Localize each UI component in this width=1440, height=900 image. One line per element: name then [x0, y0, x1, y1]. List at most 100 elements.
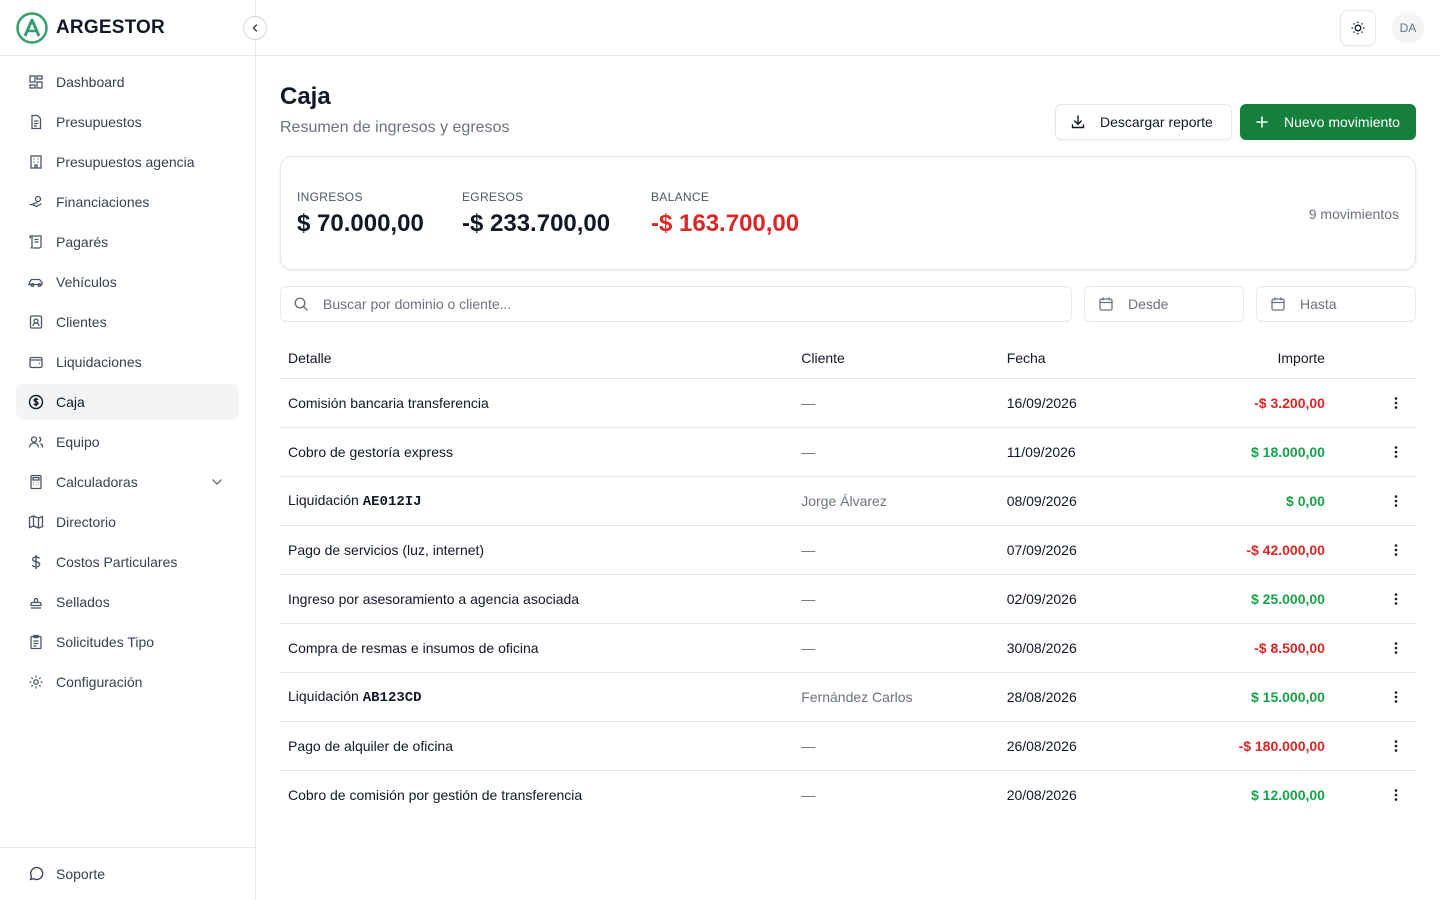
- sidebar-item-presupuestos-agencia[interactable]: Presupuestos agencia: [16, 144, 239, 180]
- detalle-text: Compra de resmas e insumos de oficina: [288, 639, 539, 656]
- header-importe[interactable]: Importe: [1148, 338, 1333, 379]
- cell-detalle: Ingreso por asesoramiento a agencia asoc…: [280, 574, 794, 624]
- row-actions-button[interactable]: [1384, 538, 1408, 562]
- sidebar-item-label: Configuración: [56, 674, 143, 690]
- sidebar-item-solicitudes-tipo[interactable]: Solicitudes Tipo: [16, 624, 239, 660]
- cell-fecha: 20/08/2026: [1006, 786, 1077, 803]
- sidebar-item-soporte[interactable]: Soporte: [0, 847, 255, 900]
- row-actions-button[interactable]: [1384, 734, 1408, 758]
- table-row[interactable]: Liquidación AB123CD Fernández Carlos 28/08…: [280, 672, 1416, 722]
- sidebar-item-label: Caja: [56, 394, 85, 410]
- theme-toggle-button[interactable]: [1340, 10, 1376, 46]
- sidebar-item-vehiculos[interactable]: Vehículos: [16, 264, 239, 300]
- row-actions-button[interactable]: [1384, 685, 1408, 709]
- cell-fecha: 02/09/2026: [998, 574, 1149, 624]
- cell-importe: $ 18.000,00: [1148, 427, 1333, 477]
- cell-importe: $ 25.000,00: [1148, 574, 1333, 624]
- sidebar-item-costos-particulares[interactable]: Costos Particulares: [16, 544, 239, 580]
- download-report-button[interactable]: Descargar reporte: [1055, 104, 1232, 140]
- sidebar-item-calculadoras[interactable]: Calculadoras: [16, 464, 239, 500]
- page-title: Caja: [280, 83, 331, 110]
- vehicle-domain: AB123CD: [362, 689, 422, 706]
- cell-importe: $ 12.000,00: [1251, 786, 1325, 803]
- cell-actions: [1332, 427, 1416, 477]
- header-detalle[interactable]: Detalle: [280, 338, 794, 379]
- sidebar-item-directorio[interactable]: Directorio: [16, 504, 239, 540]
- sidebar-item-label: Solicitudes Tipo: [56, 634, 155, 650]
- sidebar-item-presupuestos[interactable]: Presupuestos: [16, 104, 239, 140]
- more-vertical-icon: [1394, 494, 1398, 507]
- contact-icon: [28, 314, 44, 330]
- sidebar-item-liquidaciones[interactable]: Liquidaciones: [16, 344, 239, 380]
- table-row[interactable]: Cobro de comisión por gestión de transfe…: [280, 770, 1416, 819]
- detalle-text: Liquidación: [288, 687, 363, 704]
- users-icon: [28, 434, 44, 450]
- stat-balance: BALANCE -$ 163.700,00: [651, 190, 799, 238]
- date-from-placeholder: Desde: [1128, 296, 1169, 312]
- new-movement-button[interactable]: Nuevo movimiento: [1240, 104, 1416, 140]
- cell-cliente: Fernández Carlos: [793, 672, 999, 722]
- table-row[interactable]: Compra de resmas e insumos de oficina —30…: [280, 623, 1416, 673]
- cell-fecha: 08/09/2026: [998, 476, 1149, 526]
- topbar: DA: [256, 0, 1440, 56]
- calendar-icon: [1098, 296, 1114, 312]
- sidebar-item-configuracion[interactable]: Configuración: [16, 664, 239, 700]
- sidebar-item-label: Liquidaciones: [56, 354, 142, 370]
- cell-cliente: —: [793, 623, 999, 673]
- cell-fecha: 28/08/2026: [998, 672, 1149, 722]
- header-cliente[interactable]: Cliente: [793, 338, 999, 379]
- row-actions-button[interactable]: [1384, 587, 1408, 611]
- cell-detalle: Comisión bancaria transferencia: [280, 378, 794, 428]
- sidebar-item-label: Sellados: [56, 594, 110, 610]
- row-actions-button[interactable]: [1384, 489, 1408, 513]
- table-row[interactable]: Cobro de gestoría express —11/09/2026 $ 18…: [280, 427, 1416, 477]
- message-circle-icon: [28, 866, 44, 882]
- brand-logo-icon: [16, 11, 48, 44]
- brand: ARGESTOR: [0, 0, 267, 56]
- table-row[interactable]: Comisión bancaria transferencia —16/09/20…: [280, 378, 1416, 428]
- new-movement-label: Nuevo movimiento: [1284, 114, 1400, 130]
- sidebar-item-label: Calculadoras: [56, 474, 138, 490]
- sidebar-item-label: Dashboard: [56, 74, 125, 90]
- cell-detalle: Liquidación AE012IJ: [280, 476, 794, 526]
- header-fecha[interactable]: Fecha: [998, 338, 1149, 379]
- table-row[interactable]: Ingreso por asesoramiento a agencia asoc…: [280, 574, 1416, 624]
- sidebar-item-label: Financiaciones: [56, 194, 150, 210]
- cell-fecha: 16/09/2026: [998, 378, 1149, 428]
- stat-ingresos: INGRESOS $ 70.000,00: [297, 190, 424, 238]
- more-vertical-icon: [1394, 690, 1398, 703]
- brand-name: ARGESTOR: [56, 16, 165, 38]
- stat-egresos-value: -$ 233.700,00: [462, 210, 611, 237]
- sidebar-item-sellados[interactable]: Sellados: [16, 584, 239, 620]
- sidebar-item-dashboard[interactable]: Dashboard: [16, 64, 239, 100]
- row-actions-button[interactable]: [1384, 391, 1408, 415]
- cell-actions: [1332, 672, 1416, 722]
- cell-fecha: 26/08/2026: [998, 721, 1149, 771]
- sidebar-item-label: Presupuestos agencia: [56, 154, 195, 170]
- table-row[interactable]: Liquidación AE012IJ Jorge Álvarez 08/09/20…: [280, 476, 1416, 526]
- table-row[interactable]: Pago de servicios (luz, internet) —07/09/…: [280, 525, 1416, 575]
- sidebar-item-equipo[interactable]: Equipo: [16, 424, 239, 460]
- more-vertical-icon: [1394, 641, 1398, 654]
- date-from-input[interactable]: Desde: [1084, 286, 1244, 322]
- sidebar-item-caja[interactable]: Caja: [16, 384, 239, 420]
- file-text-icon: [28, 114, 44, 130]
- sidebar-item-pagares[interactable]: Pagarés: [16, 224, 239, 260]
- row-actions-button[interactable]: [1384, 783, 1408, 807]
- sidebar-item-label: Clientes: [56, 314, 107, 330]
- download-icon: [1070, 114, 1086, 130]
- search-input[interactable]: Buscar por dominio o cliente...: [280, 286, 1072, 322]
- cell-importe: -$ 180.000,00: [1148, 721, 1333, 771]
- search-placeholder: Buscar por dominio o cliente...: [323, 296, 512, 312]
- user-avatar[interactable]: DA: [1392, 12, 1424, 44]
- sidebar-item-clientes[interactable]: Clientes: [16, 304, 239, 340]
- row-actions-button[interactable]: [1384, 636, 1408, 660]
- building-icon: [28, 154, 44, 170]
- collapse-sidebar-button[interactable]: [243, 16, 267, 40]
- sidebar-item-financiaciones[interactable]: Financiaciones: [16, 184, 239, 220]
- dollar-sign-icon: [28, 554, 44, 570]
- table-row[interactable]: Pago de alquiler de oficina —26/08/2026 -$…: [280, 721, 1416, 771]
- date-to-input[interactable]: Hasta: [1256, 286, 1416, 322]
- cell-importe: -$ 8.500,00: [1148, 623, 1333, 673]
- row-actions-button[interactable]: [1384, 440, 1408, 464]
